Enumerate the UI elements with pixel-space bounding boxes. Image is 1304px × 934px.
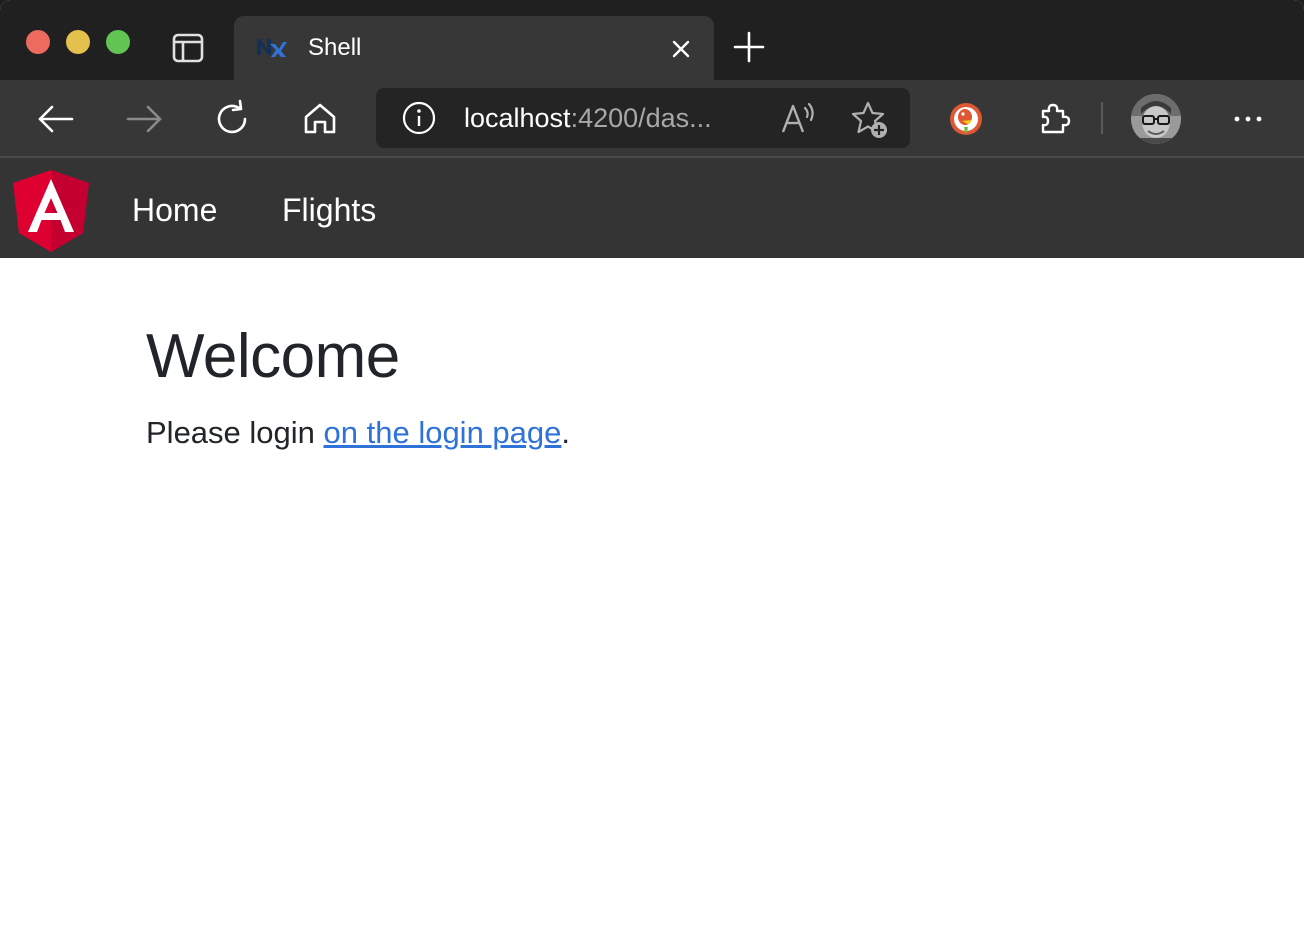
back-arrow-icon[interactable]: [36, 99, 76, 139]
duckduckgo-extension-icon[interactable]: [946, 99, 986, 139]
login-prompt-text: Please login: [146, 415, 324, 450]
login-prompt-period: .: [561, 415, 571, 450]
url-text[interactable]: localhost:4200/das...: [464, 102, 712, 134]
nav-link-flights[interactable]: Flights: [282, 192, 376, 228]
forward-arrow-icon[interactable]: [124, 99, 164, 139]
url-host: localhost: [464, 103, 571, 133]
site-info-icon[interactable]: [402, 101, 436, 135]
profile-avatar[interactable]: [1131, 94, 1181, 144]
browser-window: Shell localhost:4200/das... Home Flights…: [0, 0, 1304, 934]
nav-link-home[interactable]: Home: [132, 192, 217, 228]
login-page-link[interactable]: on the login page: [324, 415, 562, 450]
active-tab[interactable]: Shell: [234, 16, 714, 80]
read-aloud-icon[interactable]: [780, 100, 818, 136]
new-tab-icon[interactable]: [730, 28, 768, 66]
home-icon[interactable]: [300, 99, 340, 139]
refresh-icon[interactable]: [212, 99, 252, 139]
minimize-window-button[interactable]: [66, 30, 90, 54]
login-prompt: Please login on the login page.: [146, 414, 570, 452]
tab-title: Shell: [308, 34, 362, 61]
extensions-puzzle-icon[interactable]: [1034, 99, 1074, 139]
angular-logo-icon[interactable]: [12, 170, 90, 252]
tab-actions-icon[interactable]: [170, 30, 206, 66]
toolbar-divider: [1101, 102, 1103, 134]
address-bar[interactable]: localhost:4200/das...: [376, 88, 910, 148]
close-tab-icon[interactable]: [666, 34, 696, 64]
browser-toolbar: localhost:4200/das...: [0, 80, 1304, 158]
nx-favicon-icon: [256, 36, 288, 58]
close-window-button[interactable]: [26, 30, 50, 54]
add-favorite-icon[interactable]: [850, 100, 890, 140]
tab-strip: Shell: [0, 0, 1304, 80]
page-title: Welcome: [146, 322, 400, 391]
app-navbar: Home Flights: [0, 158, 1304, 258]
more-options-icon[interactable]: [1228, 99, 1268, 139]
url-path: :4200/das...: [570, 103, 712, 133]
maximize-window-button[interactable]: [106, 30, 130, 54]
page-content: Welcome Please login on the login page.: [146, 320, 570, 452]
